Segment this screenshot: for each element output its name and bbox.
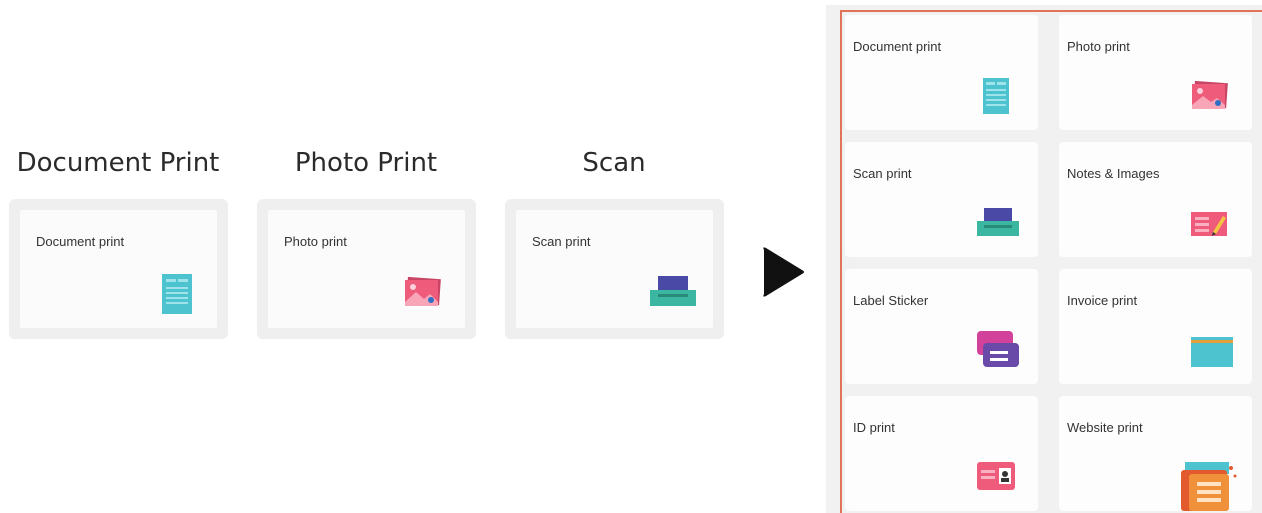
arrow-right-icon <box>756 244 808 300</box>
tile-label: Photo print <box>1067 39 1130 54</box>
tile-photo-print[interactable]: Photo print <box>1059 15 1252 130</box>
tile-label: ID print <box>853 420 895 435</box>
tile-label: Website print <box>1067 420 1143 435</box>
column-title-scan: Scan <box>582 148 646 178</box>
document-print-frame: Document print <box>9 199 228 339</box>
tile-id-print[interactable]: ID print <box>845 396 1038 511</box>
tile-invoice-print[interactable]: Invoice print <box>1059 269 1252 384</box>
tile-label-sticker[interactable]: Label Sticker <box>845 269 1038 384</box>
column-title-photo: Photo Print <box>294 148 438 178</box>
tile-scan-print[interactable]: Scan print <box>845 142 1038 257</box>
photo-print-card[interactable]: Photo print <box>268 210 465 328</box>
id-card-icon <box>977 462 1015 490</box>
tile-label: Invoice print <box>1067 293 1138 308</box>
card-label: Photo print <box>284 234 347 249</box>
photo-icon <box>405 276 441 306</box>
card-label: Scan print <box>532 234 591 249</box>
scanner-icon <box>650 276 696 306</box>
scan-print-frame: Scan print <box>505 199 724 339</box>
invoice-icon <box>1191 337 1233 367</box>
photo-icon <box>1192 81 1228 109</box>
tile-notes-images[interactable]: Notes & Images <box>1059 142 1252 257</box>
notes-image-icon <box>1191 212 1227 236</box>
tile-website-print[interactable]: Website print <box>1059 396 1252 511</box>
tile-label: Scan print <box>853 166 912 181</box>
photo-print-frame: Photo print <box>257 199 476 339</box>
card-label: Document print <box>36 234 125 249</box>
tile-label: Label Sticker <box>853 293 929 308</box>
document-icon <box>162 274 192 314</box>
document-icon <box>983 78 1009 114</box>
tile-label: Document print <box>853 39 942 54</box>
website-icon <box>1181 462 1237 511</box>
tile-document-print[interactable]: Document print <box>845 15 1038 130</box>
document-print-card[interactable]: Document print <box>20 210 217 328</box>
column-title-document: Document Print <box>16 148 220 178</box>
tile-label: Notes & Images <box>1067 166 1160 181</box>
scanner-icon <box>977 208 1019 236</box>
scan-print-card[interactable]: Scan print <box>516 210 713 328</box>
label-sticker-icon <box>977 331 1019 367</box>
